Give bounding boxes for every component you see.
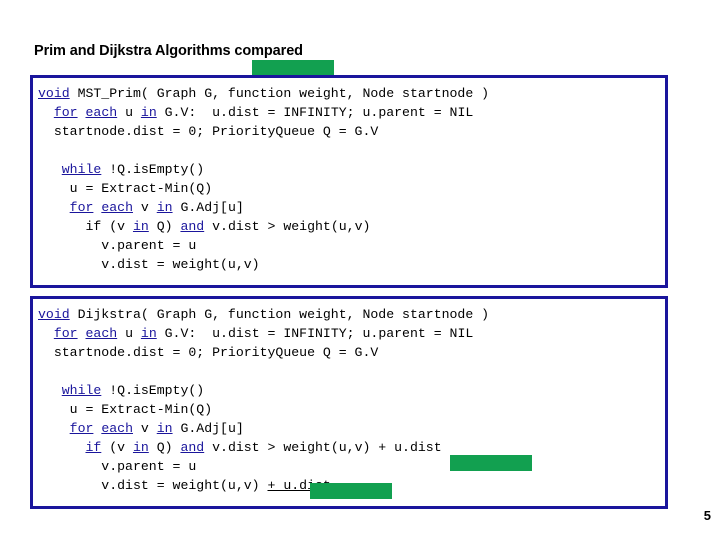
page-number: 5 bbox=[703, 508, 711, 523]
code-line: if (v in Q) and v.dist > weight(u,v) bbox=[38, 217, 665, 236]
code-line: v.dist = weight(u,v) bbox=[38, 255, 665, 274]
code-text: G.Adj[u] bbox=[172, 200, 244, 215]
code-keyword: void bbox=[38, 307, 70, 322]
code-text: (v bbox=[101, 440, 133, 455]
code-text: G.V: u.dist = INFINITY; u.parent = NIL bbox=[156, 326, 474, 341]
code-text: v bbox=[132, 200, 157, 215]
code-keyword: for bbox=[53, 105, 78, 120]
code-text: u bbox=[117, 105, 141, 120]
code-line: if (v in Q) and v.dist > weight(u,v) + u… bbox=[38, 438, 665, 457]
code-keyword: in bbox=[140, 105, 157, 120]
page-title: Prim and Dijkstra Algorithms compared bbox=[34, 43, 303, 59]
code-keyword: for bbox=[69, 200, 94, 215]
code-line: u = Extract-Min(Q) bbox=[38, 179, 665, 198]
code-line: u = Extract-Min(Q) bbox=[38, 400, 665, 419]
code-text: u bbox=[117, 326, 141, 341]
code-keyword: in bbox=[156, 200, 173, 215]
code-line: for each u in G.V: u.dist = INFINITY; u.… bbox=[38, 324, 665, 343]
code-text: v.parent = u bbox=[38, 459, 197, 474]
code-text: startnode.dist = 0; PriorityQueue Q = G.… bbox=[38, 345, 379, 360]
code-text: G.V: u.dist = INFINITY; u.parent = NIL bbox=[156, 105, 474, 120]
code-text: v.dist > weight(u,v) bbox=[204, 219, 371, 234]
title-highlight-marker bbox=[252, 60, 334, 75]
code-text: Dijkstra( Graph G, function weight, Node… bbox=[69, 307, 490, 322]
code-keyword: each bbox=[101, 200, 133, 215]
code-line: while !Q.isEmpty() bbox=[38, 381, 665, 400]
code-line: while !Q.isEmpty() bbox=[38, 160, 665, 179]
code-line: startnode.dist = 0; PriorityQueue Q = G.… bbox=[38, 343, 665, 362]
code-text: v.dist = weight(u,v) bbox=[38, 257, 260, 272]
code-text: if (v bbox=[38, 219, 133, 234]
code-text: !Q.isEmpty() bbox=[101, 383, 205, 398]
code-text: !Q.isEmpty() bbox=[101, 162, 205, 177]
code-line: v.parent = u bbox=[38, 236, 665, 255]
dijkstra-highlight-marker-1 bbox=[450, 455, 532, 471]
code-line: for each v in G.Adj[u] bbox=[38, 198, 665, 217]
code-line: startnode.dist = 0; PriorityQueue Q = G.… bbox=[38, 122, 665, 141]
code-keyword: and bbox=[180, 440, 205, 455]
code-text: v.dist > weight(u,v) + u.dist bbox=[204, 440, 442, 455]
code-line: for each v in G.Adj[u] bbox=[38, 419, 665, 438]
code-text: v.dist = weight(u,v) bbox=[38, 478, 268, 493]
code-keyword: in bbox=[132, 440, 149, 455]
code-line: void MST_Prim( Graph G, function weight,… bbox=[38, 84, 665, 103]
code-text: G.Adj[u] bbox=[172, 421, 244, 436]
code-keyword: in bbox=[156, 421, 173, 436]
code-keyword: each bbox=[85, 326, 118, 341]
code-text: startnode.dist = 0; PriorityQueue Q = G.… bbox=[38, 124, 379, 139]
code-keyword: for bbox=[69, 421, 94, 436]
dijkstra-highlight-marker-2 bbox=[310, 483, 392, 499]
code-keyword: if bbox=[85, 440, 102, 455]
code-text: MST_Prim( Graph G, function weight, Node… bbox=[69, 86, 490, 101]
code-block-prim: void MST_Prim( Graph G, function weight,… bbox=[30, 75, 668, 288]
code-block-dijkstra: void Dijkstra( Graph G, function weight,… bbox=[30, 296, 668, 509]
code-keyword: in bbox=[132, 219, 149, 234]
code-text: v bbox=[132, 421, 157, 436]
code-keyword: void bbox=[38, 86, 70, 101]
code-keyword: and bbox=[180, 219, 205, 234]
code-keyword: each bbox=[85, 105, 118, 120]
code-text: Q) bbox=[148, 440, 181, 455]
code-line: for each u in G.V: u.dist = INFINITY; u.… bbox=[38, 103, 665, 122]
code-keyword: each bbox=[101, 421, 133, 436]
code-text: Q) bbox=[148, 219, 181, 234]
code-keyword: while bbox=[61, 383, 102, 398]
code-line: void Dijkstra( Graph G, function weight,… bbox=[38, 305, 665, 324]
code-keyword: while bbox=[61, 162, 102, 177]
code-keyword: for bbox=[53, 326, 78, 341]
code-text: u = Extract-Min(Q) bbox=[38, 181, 213, 196]
code-keyword: in bbox=[140, 326, 157, 341]
code-text: u = Extract-Min(Q) bbox=[38, 402, 213, 417]
code-text: v.parent = u bbox=[38, 238, 197, 253]
code-line: v.parent = u bbox=[38, 457, 665, 476]
